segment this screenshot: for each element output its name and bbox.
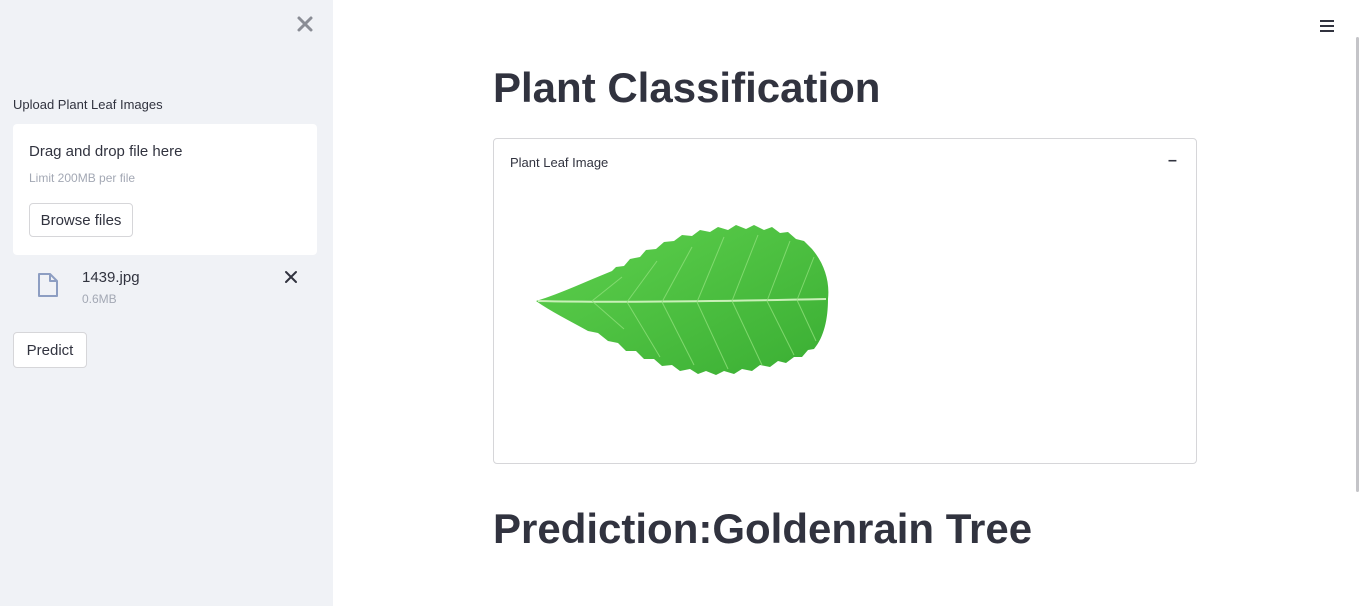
uploaded-file: 1439.jpg 0.6MB (13, 262, 317, 314)
remove-file-icon[interactable] (283, 269, 299, 285)
image-expander: Plant Leaf Image – (493, 138, 1197, 464)
browse-files-button[interactable]: Browse files (29, 203, 133, 237)
dropzone-title: Drag and drop file here (29, 143, 183, 160)
file-name: 1439.jpg (82, 269, 140, 286)
sidebar: Upload Plant Leaf Images Drag and drop f… (0, 0, 333, 606)
menu-icon[interactable] (1319, 18, 1335, 34)
leaf-image (536, 225, 829, 375)
upload-label: Upload Plant Leaf Images (13, 97, 163, 112)
collapse-toggle[interactable]: – (1168, 153, 1180, 169)
predict-button[interactable]: Predict (13, 332, 87, 368)
prediction-result: Prediction:Goldenrain Tree (493, 505, 1033, 552)
app: Upload Plant Leaf Images Drag and drop f… (0, 0, 1360, 606)
file-icon (38, 273, 58, 297)
dropzone-limit: Limit 200MB per file (29, 171, 136, 185)
file-size: 0.6MB (82, 292, 117, 306)
file-dropzone[interactable]: Drag and drop file here Limit 200MB per … (13, 124, 317, 255)
scrollbar[interactable] (1356, 37, 1359, 492)
expander-label[interactable]: Plant Leaf Image (510, 155, 608, 170)
main-content: Plant Classification Plant Leaf Image – (333, 0, 1360, 606)
close-icon[interactable] (295, 14, 315, 34)
page-title: Plant Classification (493, 64, 881, 111)
